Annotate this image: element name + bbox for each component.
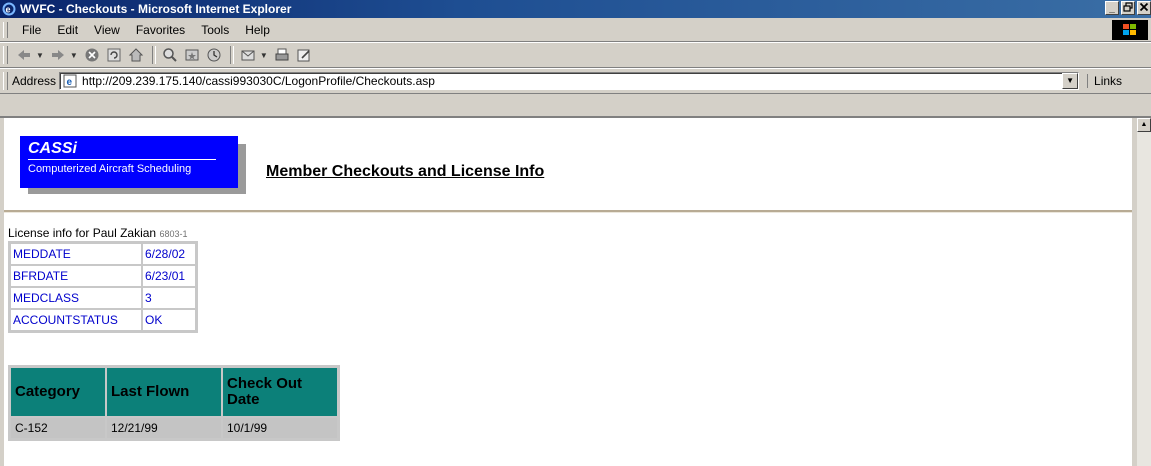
horizontal-rule: [4, 210, 1132, 213]
mail-dropdown-icon[interactable]: ▼: [260, 51, 268, 60]
checkout-category: C-152: [10, 417, 106, 439]
address-box[interactable]: e ▼: [59, 72, 1080, 90]
table-row: C-152 12/21/99 10/1/99: [10, 417, 338, 439]
column-header-last-flown: Last Flown: [106, 367, 222, 417]
table-header-row: Category Last Flown Check Out Date: [10, 367, 338, 417]
links-button[interactable]: Links: [1087, 74, 1122, 88]
minimize-button[interactable]: _: [1105, 1, 1119, 15]
menu-view[interactable]: View: [86, 23, 128, 37]
license-caption-text: License info for Paul Zakian: [8, 226, 157, 240]
standard-toolbar: ▼ ▼ ▼: [0, 43, 1151, 68]
close-button[interactable]: [1137, 1, 1151, 15]
logo-brand: CASSi: [28, 140, 77, 157]
menu-help[interactable]: Help: [237, 23, 278, 37]
license-key: MEDCLASS: [10, 287, 142, 309]
checkout-last-flown: 12/21/99: [106, 417, 222, 439]
checkout-date: 10/1/99: [222, 417, 338, 439]
member-id: 6803-1: [159, 229, 188, 239]
favorites-icon[interactable]: [182, 45, 202, 65]
edit-icon[interactable]: [294, 45, 314, 65]
menu-tools[interactable]: Tools: [193, 23, 237, 37]
address-dropdown-icon[interactable]: ▼: [1062, 73, 1079, 89]
license-value: 6/28/02: [142, 243, 196, 265]
license-value: 6/23/01: [142, 265, 196, 287]
scroll-up-button[interactable]: ▲: [1137, 118, 1151, 132]
table-row: MEDDATE 6/28/02: [10, 243, 196, 265]
menu-grip: [3, 22, 8, 38]
vertical-scrollbar[interactable]: ▲: [1137, 118, 1151, 466]
home-icon[interactable]: [126, 45, 146, 65]
checkouts-table: Category Last Flown Check Out Date C-152…: [8, 365, 340, 441]
column-header-category: Category: [10, 367, 106, 417]
table-row: ACCOUNTSTATUS OK: [10, 309, 196, 331]
license-key: BFRDATE: [10, 265, 142, 287]
toolbar-separator: [151, 46, 156, 64]
column-header-check-out-date: Check Out Date: [222, 367, 338, 417]
address-input[interactable]: [82, 74, 1043, 88]
maximize-button[interactable]: [1121, 1, 1135, 15]
address-bar: Address e ▼ Links: [0, 69, 1151, 94]
history-icon[interactable]: [204, 45, 224, 65]
license-caption: License info for Paul Zakian 6803-1: [8, 226, 187, 240]
logo-divider: [28, 159, 216, 160]
forward-arrow-icon[interactable]: [48, 45, 68, 65]
ie-logo-icon: e: [2, 2, 16, 16]
license-value: OK: [142, 309, 196, 331]
table-row: BFRDATE 6/23/01: [10, 265, 196, 287]
menu-edit[interactable]: Edit: [49, 23, 86, 37]
license-table: MEDDATE 6/28/02 BFRDATE 6/23/01 MEDCLASS…: [8, 241, 198, 333]
page-title: Member Checkouts and License Info: [266, 163, 545, 180]
window-controls: _: [1105, 1, 1151, 15]
logo-tagline: Computerized Aircraft Scheduling: [28, 163, 192, 175]
svg-text:e: e: [67, 77, 73, 88]
svg-text:e: e: [6, 5, 11, 15]
print-icon[interactable]: [272, 45, 292, 65]
stop-icon[interactable]: [82, 45, 102, 65]
back-arrow-icon[interactable]: [14, 45, 34, 65]
logo-box: CASSi Computerized Aircraft Scheduling: [20, 136, 238, 188]
toolbar-grip: [3, 46, 8, 64]
menu-bar: File Edit View Favorites Tools Help: [0, 19, 1151, 42]
table-row: MEDCLASS 3: [10, 287, 196, 309]
toolbar-separator: [229, 46, 234, 64]
mail-icon[interactable]: [238, 45, 258, 65]
license-key: MEDDATE: [10, 243, 142, 265]
search-icon[interactable]: [160, 45, 180, 65]
ie-page-icon: e: [62, 73, 78, 89]
forward-dropdown-icon[interactable]: ▼: [70, 51, 78, 60]
menu-file[interactable]: File: [14, 23, 49, 37]
refresh-icon[interactable]: [104, 45, 124, 65]
back-dropdown-icon[interactable]: ▼: [36, 51, 44, 60]
window-title-bar: e WVFC - Checkouts - Microsoft Internet …: [0, 0, 1151, 18]
license-value: 3: [142, 287, 196, 309]
window-title: WVFC - Checkouts - Microsoft Internet Ex…: [20, 2, 292, 16]
menu-favorites[interactable]: Favorites: [128, 23, 193, 37]
windows-logo-icon: [1112, 20, 1148, 40]
license-key: ACCOUNTSTATUS: [10, 309, 142, 331]
cassi-logo: CASSi Computerized Aircraft Scheduling: [20, 136, 246, 194]
address-label: Address: [12, 74, 57, 88]
page-viewport: CASSi Computerized Aircraft Scheduling M…: [4, 118, 1132, 466]
address-grip: [3, 72, 8, 90]
